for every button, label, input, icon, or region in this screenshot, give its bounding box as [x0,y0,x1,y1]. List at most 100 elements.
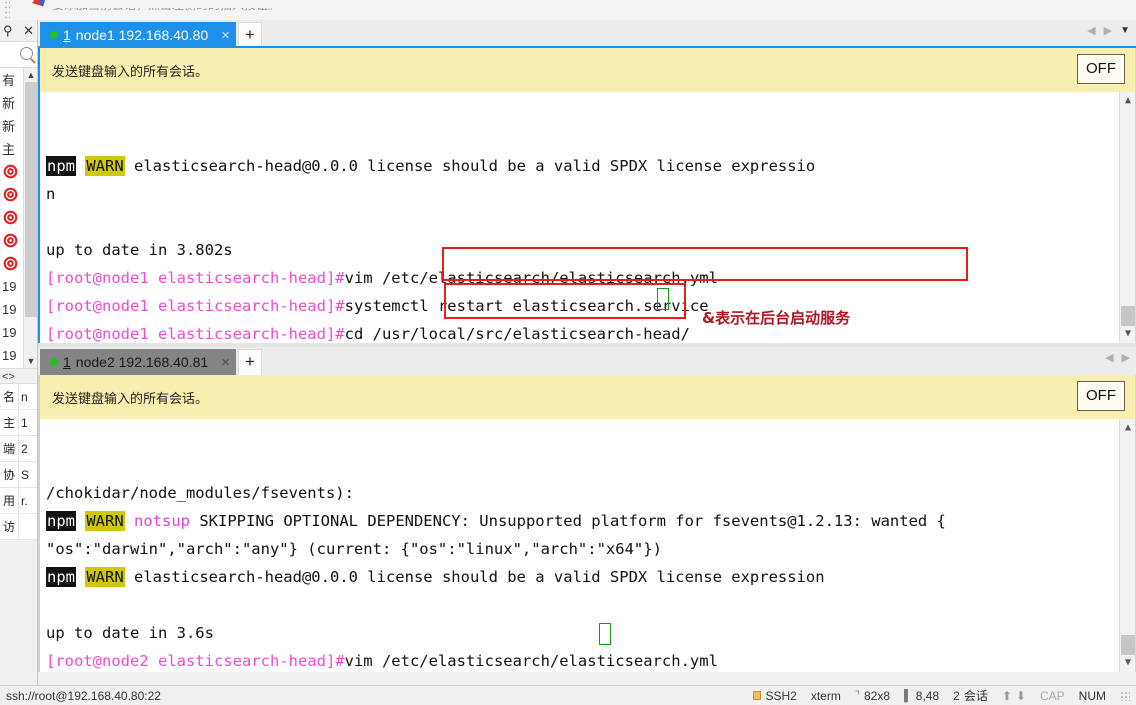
property-row: 名n [0,384,37,410]
status-dot-icon [50,358,58,366]
session-folder-icon [2,256,19,271]
terminal-line: n [46,180,1135,208]
terminal-scrollbar-1[interactable]: ▲ ▼ [1119,92,1135,343]
list-item-label: 有 [2,73,16,88]
resize-grip-icon[interactable] [1120,690,1130,701]
close-icon[interactable]: × [221,27,230,44]
sessions-count: 2 [953,688,960,703]
top-hint-strip: 要添加当前会话，点击左侧的的插入按钮。 [0,0,1136,20]
tab-number: 1 [63,27,71,43]
banner-text: 发送键盘输入的所有会话。 [52,390,209,406]
list-item-label: 19 [2,325,17,340]
scroll-up-icon[interactable]: ▲ [24,68,37,82]
sidebar-divider: <> [0,368,37,384]
scroll-up-icon[interactable]: ▲ [1120,419,1135,437]
session-list-scrollbar[interactable]: ▲ ▼ [23,68,37,368]
property-row: 端2 [0,436,37,462]
tab-title: node1 192.168.40.80 [75,27,209,43]
terminal-text: elasticsearch-head@0.0.0 license should … [124,568,825,586]
terminal-text: [root@node1 elasticsearch-head] [46,269,336,287]
scroll-thumb[interactable] [25,82,37,317]
scroll-down-icon[interactable]: ▼ [1120,654,1135,672]
tab-node1[interactable]: 1 node1 192.168.40.80 × [40,22,236,48]
terminal-output-node2[interactable]: /chokidar/node_modules/fsevents): npm WAR… [38,419,1136,672]
close-icon[interactable]: × [221,354,230,371]
pin-icon[interactable]: ⚲ [3,24,13,37]
tab-nav-controls[interactable]: ◀ ▶ ▼ [1087,24,1130,37]
new-tab-button[interactable]: + [238,349,262,375]
terminal-text: cd /usr/local/src/elasticsearch-head/ [344,325,690,343]
banner-text: 发送键盘输入的所有会话。 [52,63,209,79]
emulation-cell: xterm [811,689,841,703]
tabstrip-panel-2: 1 node2 192.168.40.81 × + ◀ ▶ [38,347,1136,375]
tab-nav-controls[interactable]: ◀ ▶ [1105,351,1130,364]
tab-title: node2 192.168.40.81 [75,354,209,370]
size-label: 82x8 [863,688,890,703]
scroll-up-icon[interactable]: ▲ [1120,92,1135,110]
terminal-text: vim /etc/elasticsearch/elasticsearch.yml [344,652,718,670]
num-indicator: NUM [1078,688,1106,703]
status-dot-icon [50,31,58,39]
scroll-down-icon[interactable]: ▼ [1120,325,1135,343]
scroll-thumb[interactable] [1121,306,1135,326]
transfer-indicators: ⬆ ⬇ [1002,689,1026,703]
emulation-label: xterm [810,688,841,703]
terminal-output-node1[interactable]: npm WARN elasticsearch-head@0.0.0 licens… [38,92,1136,343]
tab-scroll-right-icon[interactable]: ▶ [1104,24,1112,37]
lock-icon [753,691,762,700]
property-row: 访 [0,514,37,540]
keyboard-broadcast-banner-1: 发送键盘输入的所有会话。 OFF [38,48,1136,92]
terminal-text: "os":"darwin","arch":"any"} (current: {"… [46,540,662,558]
annotation-text: &表示在后台启动服务 [702,309,851,327]
toolbar-grip [4,0,10,20]
scroll-down-icon[interactable]: ▼ [24,354,37,368]
terminal-scrollbar-2[interactable]: ▲ ▼ [1119,419,1135,672]
tab-number: 1 [63,354,71,370]
terminal-text: [root@node2 elasticsearch-head] [46,652,336,670]
sidebar-search[interactable] [0,42,37,68]
keyboard-broadcast-banner-2: 发送键盘输入的所有会话。 OFF [38,375,1136,419]
scroll-thumb[interactable] [1121,635,1135,655]
terminal-text: elasticsearch-head@0.0.0 license should … [124,157,816,175]
property-key: 协 [0,462,19,487]
tab-list-caret-icon[interactable]: ▼ [1120,25,1130,36]
broadcast-toggle-button[interactable]: OFF [1077,381,1125,411]
tabstrip-panel-1: 1 node1 192.168.40.80 × + ◀ ▶ ▼ [38,20,1136,48]
terminal-text: # [335,652,345,670]
upload-arrow-icon: ⬆ [1001,688,1012,703]
terminal-cursor [599,623,611,645]
cursor-label: 8,48 [915,688,940,703]
property-value: n [21,390,28,404]
session-list[interactable]: 有新新主1919191919191919 ▲ ▼ [0,68,37,368]
property-key: 用 [0,488,19,513]
cursor-position-icon: ▌ [904,689,912,702]
terminal-text: npm [46,567,76,587]
terminal-text: n [46,185,56,203]
terminal-line: npm WARN notsup SKIPPING OPTIONAL DEPEND… [46,507,1135,535]
tab-scroll-right-icon[interactable]: ▶ [1122,351,1130,364]
terminal-line: npm WARN elasticsearch-head@0.0.0 licens… [46,152,1135,180]
property-key: 访 [0,514,19,539]
terminal-text: WARN [85,511,125,531]
tab-scroll-left-icon[interactable]: ◀ [1105,351,1113,364]
broadcast-toggle-button[interactable]: OFF [1077,54,1125,84]
property-value: 2 [21,442,28,456]
terminal-line: /chokidar/node_modules/fsevents): [46,479,1135,507]
terminal-text: SKIPPING OPTIONAL DEPENDENCY: Unsupporte… [190,512,946,530]
terminal-text: npm [46,511,76,531]
tab-scroll-left-icon[interactable]: ◀ [1087,24,1095,37]
terminal-text: up to date in 3.6s [46,624,214,642]
close-icon[interactable]: ✕ [23,24,34,37]
sessions-label: 会话 [963,689,988,703]
list-item-label: 新 [2,119,16,134]
new-tab-button[interactable]: + [238,22,262,48]
top-hint-text: 要添加当前会话，点击左侧的的插入按钮。 [52,0,281,12]
terminal-line: [root@node1 elasticsearch-head]#cd /usr/… [46,320,1135,343]
session-manager-sidebar: ⚲ ✕ 有新新主1919191919191919 ▲ ▼ <> 名n主1端2协S… [0,20,38,685]
terminal-text: up to date in 3.802s [46,241,233,259]
size-cell: ⌝ 82x8 [855,689,890,703]
tab-node2[interactable]: 1 node2 192.168.40.81 × [40,349,236,375]
